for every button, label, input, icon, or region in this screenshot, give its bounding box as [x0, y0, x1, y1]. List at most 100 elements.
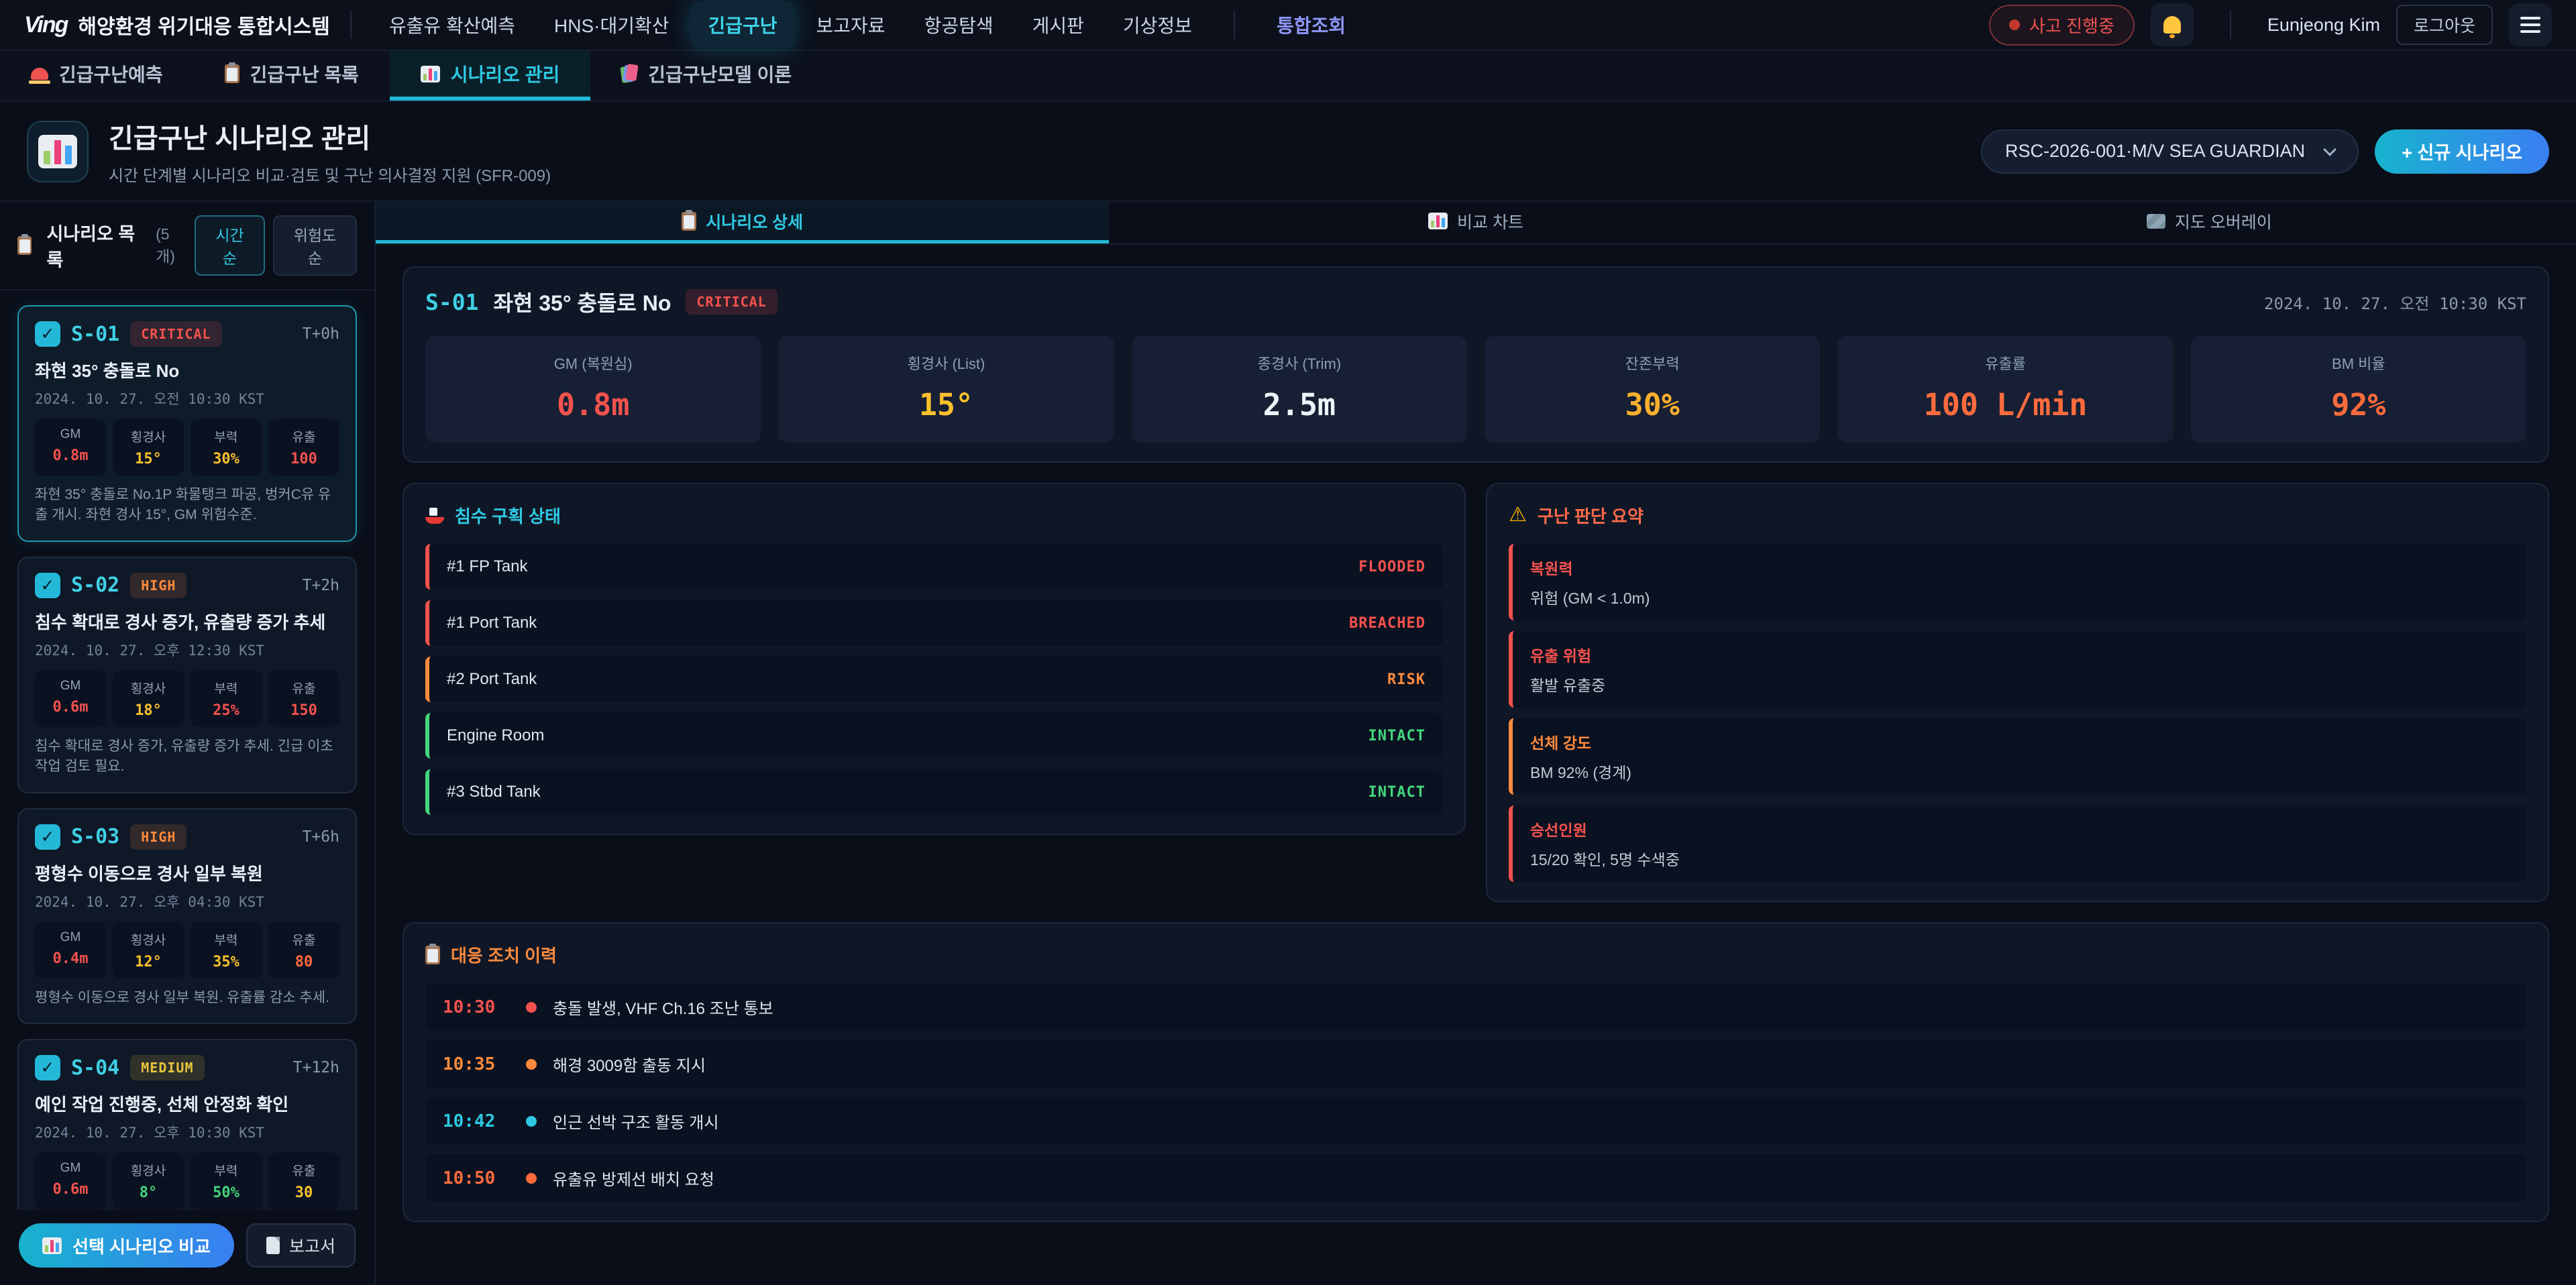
divider: [2230, 11, 2231, 39]
stat-value: 8°: [117, 1184, 180, 1201]
stat-gm: GM0.8m: [35, 419, 106, 476]
logout-button[interactable]: 로그아웃: [2396, 5, 2493, 45]
nav-item-weather[interactable]: 기상정보: [1106, 2, 1210, 48]
tab-comparison-chart[interactable]: 비교 차트: [1109, 202, 1842, 243]
stat-value: 18°: [117, 702, 180, 719]
menu-button[interactable]: [2509, 3, 2552, 46]
sort-by-risk-button[interactable]: 위험도순: [273, 215, 357, 276]
scenario-card-s01[interactable]: S-01 CRITICAL T+0h 좌현 35° 충돌로 No 2024. 1…: [17, 305, 357, 542]
stat-value: 0.8m: [39, 447, 102, 464]
nav-item-integrated-search[interactable]: 통합조회: [1259, 2, 1363, 48]
kpi-label: BM 비율: [2199, 352, 2518, 374]
response-history-panel: 대응 조치 이력 10:30 충돌 발생, VHF Ch.16 조난 통보 10:…: [402, 922, 2549, 1222]
report-button[interactable]: 보고서: [246, 1223, 356, 1268]
scenario-description: 침수 확대로 경사 증가, 유출량 증가 추세. 긴급 이초 작업 검토 필요.: [35, 736, 339, 777]
nav-item-reports[interactable]: 보고자료: [799, 2, 903, 48]
scenario-card-s04[interactable]: S-04 MEDIUM T+12h 예인 작업 진행중, 선체 안정화 확인 2…: [17, 1039, 357, 1210]
kpi-label: 종경사 (Trim): [1140, 352, 1459, 374]
clipboard-icon: [425, 946, 440, 964]
nav-item-emergency-rescue[interactable]: 긴급구난: [690, 2, 794, 48]
kpi-residual-buoyancy: 잔존부력30%: [1485, 336, 1820, 443]
nav-item-hns-dispersion[interactable]: HNS·대기확산: [537, 2, 686, 48]
user-name: Eunjeong Kim: [2267, 15, 2380, 36]
detail-timestamp: 2024. 10. 27. 오전 10:30 KST: [2264, 290, 2526, 314]
tab-scenario-management[interactable]: 시나리오 관리: [390, 51, 590, 101]
timeline-row: 10:50유출유 방제선 배치 요청: [425, 1154, 2526, 1202]
stat-value: 150: [272, 702, 335, 719]
ship-icon: [425, 508, 444, 524]
stat-list: 횡경사12°: [113, 922, 184, 979]
stat-label: 부력: [195, 679, 258, 697]
scenario-datetime: 2024. 10. 27. 오후 12:30 KST: [35, 640, 339, 660]
tab-scenario-detail[interactable]: 시나리오 상세: [376, 202, 1109, 243]
siren-icon: [31, 68, 48, 80]
tab-rescue-list[interactable]: 긴급구난 목록: [194, 51, 390, 101]
tab-label: 긴급구난 목록: [250, 60, 359, 87]
tab-label: 시나리오 관리: [451, 60, 559, 87]
stat-label: 유출: [272, 1161, 335, 1179]
nav-item-oil-spill-forecast[interactable]: 유출유 확산예측: [372, 2, 533, 48]
stat-label: 횡경사: [117, 930, 180, 948]
stat-spill: 유출30: [268, 1153, 339, 1209]
stat-label: GM: [39, 930, 102, 945]
stat-buoyancy: 부력35%: [191, 922, 262, 979]
kpi-value: 30%: [1493, 387, 1812, 423]
tab-rescue-forecast[interactable]: 긴급구난예측: [0, 51, 194, 101]
nav-item-aerial-search[interactable]: 항공탐색: [907, 2, 1011, 48]
divider: [350, 11, 352, 39]
time-offset: T+0h: [303, 325, 339, 343]
scenario-datetime: 2024. 10. 27. 오후 04:30 KST: [35, 891, 339, 911]
warning-icon: [1509, 505, 1527, 526]
timeline-text: 충돌 발생, VHF Ch.16 조난 통보: [553, 995, 773, 1019]
kpi-spill-rate: 유출률100 L/min: [1837, 336, 2173, 443]
detail-scenario-id: S-01: [425, 289, 478, 315]
scenario-card-s03[interactable]: S-03 HIGH T+6h 평형수 이동으로 경사 일부 복원 2024. 1…: [17, 808, 357, 1024]
severity-badge: HIGH: [130, 573, 186, 598]
panel-title-text: 대응 조치 이력: [451, 942, 557, 967]
assessment-row: 선체 강도BM 92% (경계): [1509, 718, 2526, 795]
scenario-card-s02[interactable]: S-02 HIGH T+2h 침수 확대로 경사 증가, 유출량 증가 추세 2…: [17, 557, 357, 793]
assessment-value: 15/20 확인, 5명 수색중: [1530, 847, 2509, 870]
timeline-dot-icon: [526, 1002, 537, 1013]
compartment-row: #2 Port TankRISK: [425, 657, 1443, 702]
scenario-id: S-02: [71, 573, 119, 597]
kpi-label: GM (복원심): [433, 352, 753, 374]
timeline-text: 인근 선박 구조 활동 개시: [553, 1109, 718, 1133]
scenario-checkbox[interactable]: [35, 573, 60, 598]
tab-label: 비교 차트: [1457, 209, 1523, 233]
new-scenario-button[interactable]: + 신규 시나리오: [2375, 129, 2549, 174]
scenario-checkbox[interactable]: [35, 1055, 60, 1080]
kpi-trim: 종경사 (Trim) 2.5m: [1132, 336, 1467, 443]
scenario-description: 좌현 35° 충돌로 No.1P 화물탱크 파공, 벙커C유 유출 개시. 좌현…: [35, 485, 339, 526]
stat-value: 50%: [195, 1184, 258, 1201]
panel-title: 구난 판단 요약: [1509, 503, 2526, 528]
detail-severity-badge: CRITICAL: [686, 289, 777, 315]
severity-badge: MEDIUM: [130, 1055, 204, 1080]
timeline-time: 10:35: [443, 1054, 510, 1074]
kpi-value: 2.5m: [1140, 387, 1459, 423]
sort-by-time-button[interactable]: 시간순: [195, 215, 265, 276]
compartment-status: FLOODED: [1358, 559, 1426, 575]
tab-label: 긴급구난예측: [59, 60, 163, 87]
compartment-name: #1 FP Tank: [447, 557, 528, 576]
assessment-label: 승선인원: [1530, 818, 2509, 840]
app-title: 해양환경 위기대응 통합시스템: [78, 10, 329, 40]
case-select-dropdown[interactable]: RSC-2026-001·M/V SEA GUARDIAN: [1981, 129, 2359, 174]
main-panel: 시나리오 상세 비교 차트 지도 오버레이 S-01 좌현 35° 충돌로 No…: [376, 202, 2576, 1285]
scenario-checkbox[interactable]: [35, 824, 60, 850]
timeline-row: 10:42 인근 선박 구조 활동 개시: [425, 1097, 2526, 1145]
tab-map-overlay[interactable]: 지도 오버레이: [1843, 202, 2576, 243]
stat-buoyancy: 부력25%: [191, 671, 262, 727]
nav-item-board[interactable]: 게시판: [1015, 2, 1102, 48]
timeline-time: 10:42: [443, 1111, 510, 1131]
compare-scenarios-button[interactable]: 선택 시나리오 비교: [19, 1223, 234, 1268]
compartment-name: #3 Stbd Tank: [447, 783, 541, 801]
scenario-checkbox[interactable]: [35, 321, 60, 347]
timeline-time: 10:30: [443, 997, 510, 1017]
assessment-row: 유출 위험활발 유출중: [1509, 631, 2526, 708]
tab-rescue-model-theory[interactable]: 긴급구난모델 이론: [590, 51, 822, 101]
notification-button[interactable]: [2151, 3, 2194, 46]
stat-buoyancy: 부력50%: [191, 1153, 262, 1209]
compartment-name: #1 Port Tank: [447, 614, 537, 632]
clipboard-icon: [682, 212, 696, 231]
